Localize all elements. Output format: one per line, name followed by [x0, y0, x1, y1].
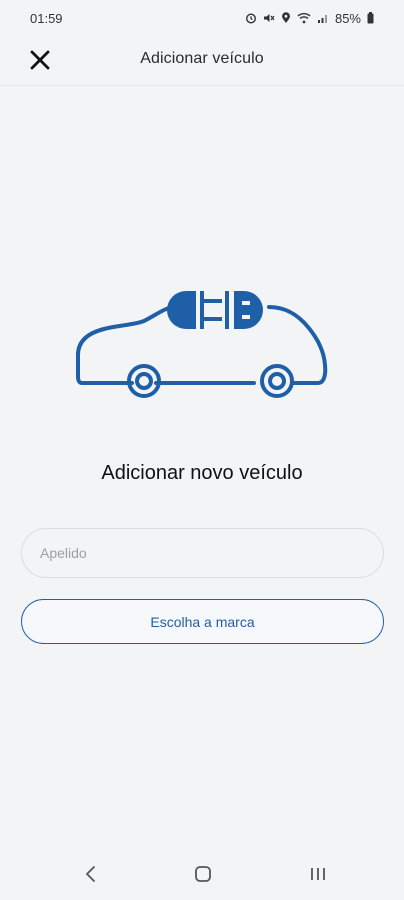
nickname-input[interactable]: [21, 528, 384, 578]
home-icon[interactable]: [194, 864, 212, 884]
status-icons: 85%: [245, 11, 374, 26]
status-bar: 01:59 85%: [0, 0, 404, 36]
system-nav-bar: [0, 850, 404, 900]
add-vehicle-heading: Adicionar novo veículo: [101, 462, 303, 484]
back-icon[interactable]: [84, 864, 98, 884]
recents-icon[interactable]: [309, 864, 327, 884]
page-title: Adicionar veículo: [140, 50, 264, 67]
battery-percent: 85%: [334, 10, 361, 26]
app-bar: Adicionar veículo: [0, 36, 404, 86]
wifi-icon: [297, 13, 311, 24]
location-icon: [281, 12, 290, 23]
alarm-icon: [245, 13, 256, 24]
signal-icon: [317, 15, 327, 23]
electric-car-plug-icon: [76, 291, 328, 398]
battery-icon: [367, 12, 374, 24]
mute-icon: [263, 14, 275, 22]
status-time: 01:59: [30, 10, 63, 26]
choose-brand-button[interactable]: Escolha a marca: [21, 599, 384, 644]
